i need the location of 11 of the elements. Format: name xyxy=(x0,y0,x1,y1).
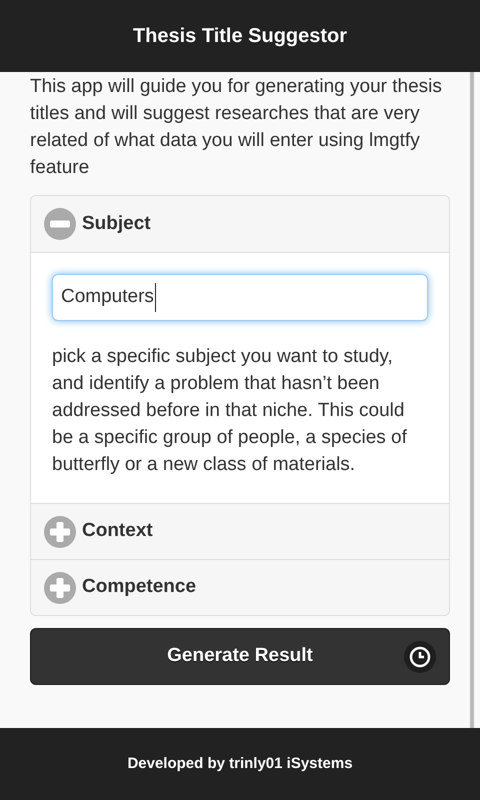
footer-text: Developed by trinly01 iSystems xyxy=(127,754,353,774)
plus-icon xyxy=(44,516,76,548)
intro-text: This app will guide you for generating your thesis titles and will suggest researches that are very related of what data you will enter using lmgtfy feature xyxy=(30,75,443,180)
subject-input-field[interactable]: Computers xyxy=(52,274,428,321)
description-text: pick a specific subject you want to study, and identify a problem that hasn’t been addressed before in that niche. This could be a specific group of people, a species of butterfly or a new class of materials. xyxy=(52,345,408,477)
clock-icon xyxy=(404,641,436,673)
section-header[interactable]: Competence xyxy=(31,559,449,615)
generate-button[interactable]: Generate Result xyxy=(30,628,450,685)
minus-icon xyxy=(44,208,76,240)
app-title: Thesis Title Suggestor xyxy=(132,24,348,49)
plus-icon xyxy=(44,572,76,604)
